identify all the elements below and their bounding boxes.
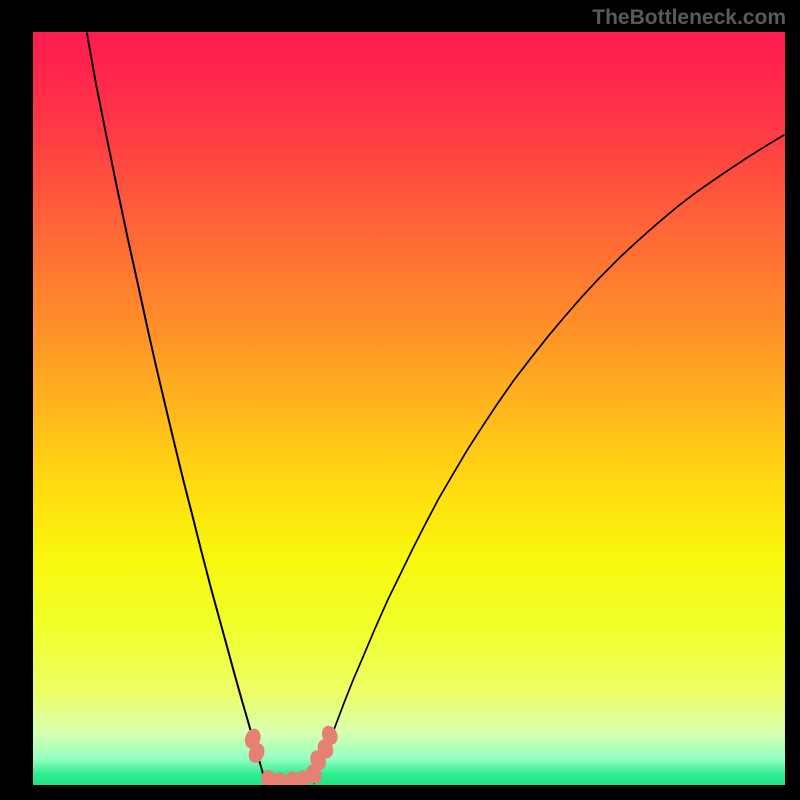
watermark-text: TheBottleneck.com — [592, 6, 786, 30]
chart-frame: TheBottleneck.com — [0, 0, 800, 800]
chart-plot — [33, 32, 785, 785]
